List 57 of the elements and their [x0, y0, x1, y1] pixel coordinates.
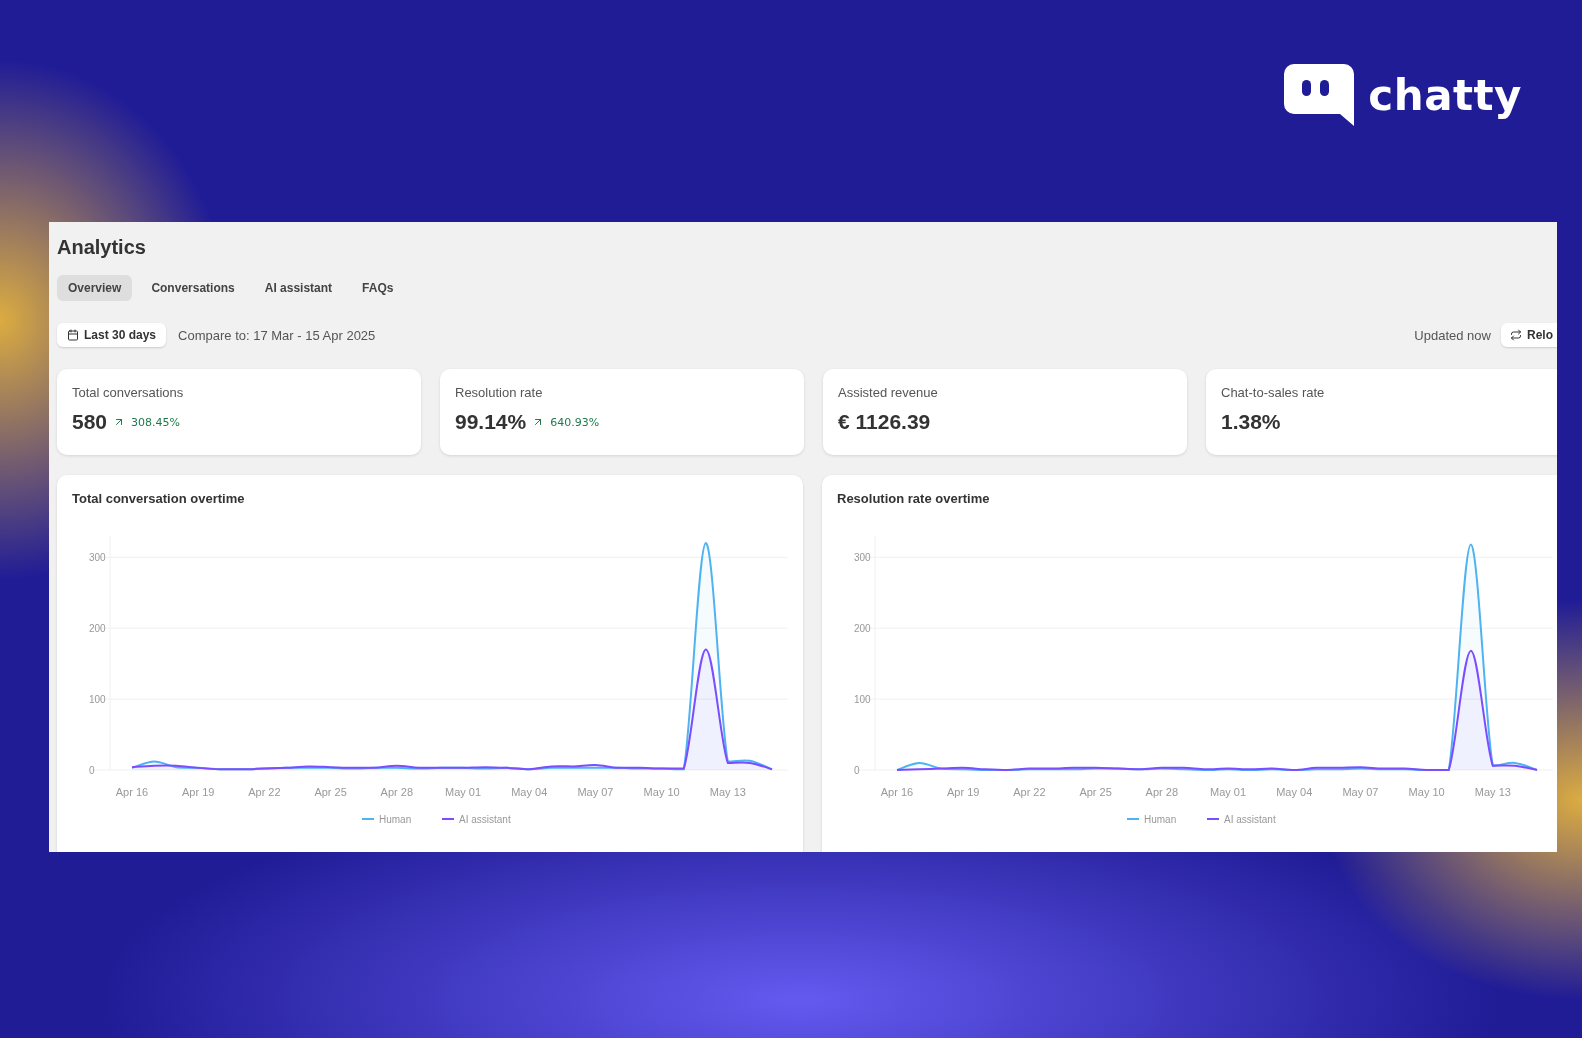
kpi-change: 308.45%	[131, 415, 180, 429]
axis-tick-label: Apr 28	[1145, 786, 1179, 798]
axis-tick-label: Apr 19	[182, 786, 215, 798]
axis-tick-label: May 10	[643, 786, 680, 798]
axis-tick-label: 0	[89, 765, 95, 776]
tab[interactable]: FAQs	[351, 275, 405, 301]
axis-tick-label: May 04	[511, 786, 548, 798]
tab[interactable]: Conversations	[140, 275, 246, 301]
axis-tick-label: Apr 25	[1079, 786, 1112, 798]
axis-tick-label: Apr 22	[248, 786, 281, 798]
kpi-label: Assisted revenue	[838, 385, 939, 400]
kpi-value: 580	[72, 410, 108, 434]
axis-tick-label: Apr 25	[314, 786, 347, 798]
axis-tick-label: 0	[854, 765, 860, 776]
reload-button[interactable]: Relo	[1501, 323, 1557, 347]
tab[interactable]: Overview	[57, 275, 133, 301]
axis-tick-label: Apr 16	[115, 786, 149, 798]
chart-title: Total conversation overtime	[72, 491, 246, 506]
calendar-icon	[67, 329, 79, 341]
legend-label: AI assistant	[459, 814, 511, 825]
axis-tick-label: Apr 16	[880, 786, 914, 798]
chat-bubble-logo-icon	[1284, 64, 1355, 126]
axis-tick-label: Apr 28	[380, 786, 414, 798]
axis-tick-label: 300	[89, 552, 106, 564]
axis-tick-label: May 10	[1408, 786, 1445, 798]
legend-label: Human	[1144, 814, 1177, 825]
brand-name: chatty	[1368, 70, 1522, 120]
axis-tick-label: May 04	[1276, 786, 1313, 798]
kpi-change: 640.93%	[550, 415, 600, 429]
date-range-button[interactable]: Last 30 days	[57, 323, 167, 347]
updated-status: Updated now	[1414, 327, 1491, 343]
axis-tick-label: 100	[854, 694, 871, 706]
legend-label: Human	[379, 814, 412, 825]
chart-title: Resolution rate overtime	[837, 491, 991, 506]
page-title: Analytics	[57, 236, 147, 259]
axis-tick-label: May 07	[577, 786, 614, 798]
axis-tick-label: May 13	[1474, 786, 1511, 798]
axis-tick-label: 100	[89, 694, 106, 706]
kpi-label: Total conversations	[72, 385, 185, 400]
axis-tick-label: 200	[854, 623, 871, 635]
kpi-label: Chat-to-sales rate	[1221, 385, 1326, 400]
axis-tick-label: Apr 22	[1013, 786, 1046, 798]
axis-tick-label: May 01	[445, 786, 482, 798]
kpi-value: 99.14%	[455, 410, 527, 434]
kpi-value: 1.38%	[1221, 410, 1281, 434]
axis-tick-label: May 07	[1342, 786, 1379, 798]
axis-tick-label: May 01	[1210, 786, 1247, 798]
axis-tick-label: 200	[89, 623, 106, 635]
refresh-icon	[1510, 329, 1522, 341]
axis-tick-label: Apr 19	[947, 786, 980, 798]
tab[interactable]: AI assistant	[253, 275, 344, 301]
axis-tick-label: May 13	[709, 786, 746, 798]
compare-range: Compare to: 17 Mar - 15 Apr 2025	[178, 327, 376, 343]
axis-tick-label: 300	[854, 552, 871, 564]
kpi-label: Resolution rate	[455, 385, 544, 400]
legend-label: AI assistant	[1224, 814, 1276, 825]
kpi-value: € 1126.39	[838, 410, 931, 434]
